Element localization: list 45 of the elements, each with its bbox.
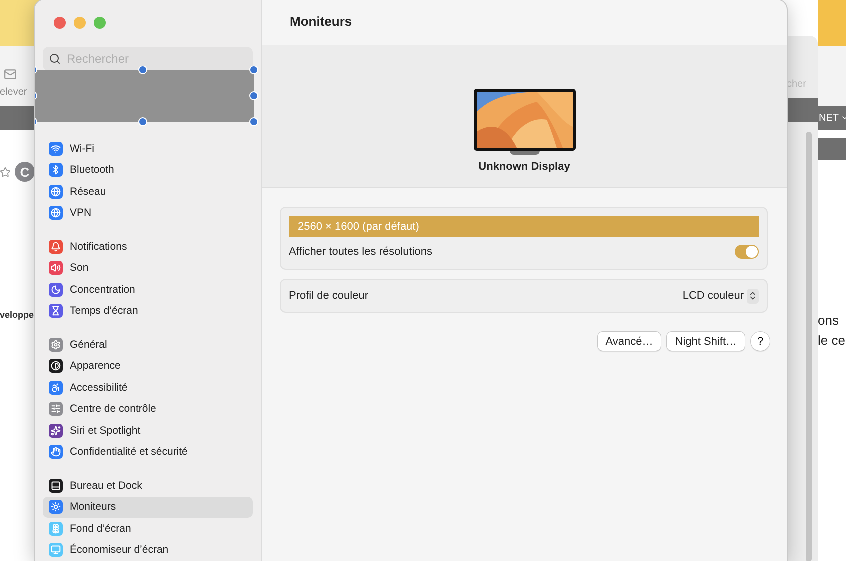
selection-box[interactable] (35, 66, 258, 126)
search-icon (49, 53, 61, 65)
toggle-label: Afficher toutes les résolutions (289, 246, 432, 258)
star-icon[interactable] (0, 166, 11, 178)
dialog-button[interactable]: Night Shift… (667, 332, 745, 351)
help-button[interactable]: ? (751, 332, 770, 351)
chevrons-icon (747, 288, 759, 304)
display-name: Unknown Display (478, 161, 570, 173)
monitor-stand (510, 151, 540, 155)
sidebar-item[interactable]: Notifications (43, 236, 253, 258)
avatar: C (15, 162, 35, 182)
row-label: Profil de couleur (289, 290, 368, 302)
sidebar-item[interactable]: Centre de contrôle (43, 398, 253, 420)
header-bar (818, 138, 846, 160)
zoom-button[interactable] (94, 17, 106, 29)
close-button[interactable] (54, 17, 66, 29)
sidebar-item[interactable]: Siri et Spotlight (43, 420, 253, 442)
sidebar-item[interactable]: Général (43, 334, 253, 356)
sidebar-item[interactable]: Fond d’écran (43, 518, 253, 540)
sidebar-item[interactable]: Concentration (43, 279, 253, 300)
mail-icon[interactable] (4, 68, 17, 81)
sidebar-item[interactable]: Confidentialité et sécurité (43, 442, 253, 463)
sidebar-item[interactable]: Bluetooth (43, 160, 253, 181)
sidebar-item[interactable]: Son (43, 258, 253, 279)
dialog-button[interactable]: Avancé… (598, 332, 662, 351)
window-title: Moniteurs (290, 14, 352, 29)
sidebar-item[interactable]: Accessibilité (43, 377, 253, 398)
title-bar (818, 0, 846, 46)
toggle-switch[interactable] (735, 245, 759, 259)
sidebar-item[interactable]: Wi-Fi (43, 138, 253, 160)
menu-button[interactable]: NET (819, 112, 846, 124)
scrollbar[interactable] (806, 132, 812, 561)
text-line: le ce (818, 333, 846, 348)
sidebar-item[interactable]: Temps d’écran (43, 300, 253, 322)
sidebar-item[interactable]: Apparence (43, 356, 253, 377)
toolbar-label: elever (0, 87, 28, 98)
sidebar-item[interactable]: VPN (43, 202, 253, 224)
sidebar-item[interactable]: Économiseur d’écran (43, 540, 253, 561)
sidebar-item[interactable]: Réseau (43, 181, 253, 202)
side-text: veloppe (0, 310, 34, 320)
text-line: ons (818, 313, 840, 328)
sidebar-item[interactable]: Bureau et Dock (43, 475, 253, 496)
sidebar-item[interactable]: Moniteurs (43, 496, 253, 518)
minimize-button[interactable] (74, 17, 86, 29)
profile-popup[interactable]: LCD couleur (682, 288, 759, 304)
